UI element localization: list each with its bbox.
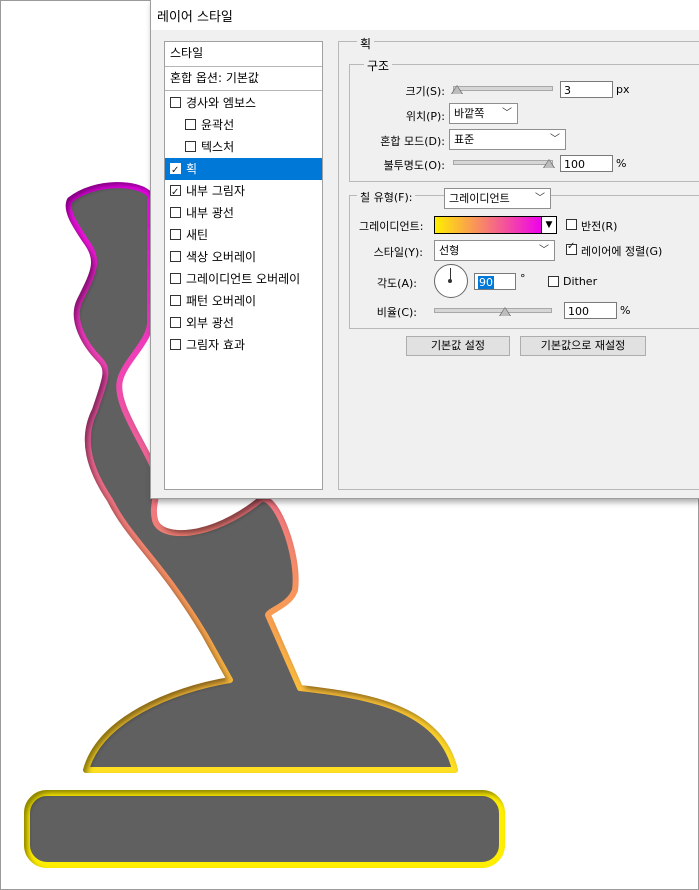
- styles-list: 스타일 혼합 옵션: 기본값 경사와 엠보스 윤곽선 텍스처 획 내부 그림자 …: [164, 41, 323, 490]
- style-item-inner-glow[interactable]: 내부 광선: [165, 202, 322, 224]
- style-item-label: 패턴 오버레이: [186, 294, 257, 308]
- dialog-titlebar[interactable]: 레이어 스타일: [151, 0, 699, 30]
- gradient-style-select[interactable]: 선형 ﹀: [434, 240, 555, 261]
- scale-slider-thumb-fill: [500, 308, 510, 316]
- align-with-layer-checkbox[interactable]: [566, 241, 577, 255]
- style-item-color-overlay[interactable]: 색상 오버레이: [165, 246, 322, 268]
- checkbox[interactable]: [170, 229, 181, 240]
- style-item-label: 텍스처: [201, 140, 235, 154]
- dither-label: Dither: [563, 275, 598, 288]
- chevron-down-icon: ﹀: [550, 134, 560, 145]
- size-input[interactable]: 3: [560, 81, 613, 98]
- checkbox[interactable]: [170, 339, 181, 350]
- opacity-unit: %: [616, 157, 627, 170]
- blend-mode-select[interactable]: 표준 ﹀: [449, 129, 566, 150]
- gradient-label: 그레이디언트:: [359, 220, 424, 233]
- checkbox[interactable]: [185, 119, 196, 130]
- position-select[interactable]: 바깥쪽 ﹀: [449, 103, 518, 124]
- fill-type-group: 칠 유형(F): 그레이디언트 ﹀ 그레이디언트: ▼ 반전(R) 스타일(Y):…: [349, 188, 699, 329]
- position-value: 바깥쪽: [454, 107, 485, 120]
- checkbox[interactable]: [170, 295, 181, 306]
- angle-unit: °: [520, 272, 526, 285]
- angle-input[interactable]: 90: [474, 273, 516, 290]
- reverse-checkbox[interactable]: [566, 219, 577, 230]
- scale-label: 비율(C):: [376, 306, 417, 319]
- angle-value: 90: [478, 276, 494, 289]
- style-item-label: 경사와 엠보스: [186, 96, 257, 110]
- angle-dial[interactable]: [434, 264, 468, 298]
- size-slider-thumb-fill: [452, 86, 462, 94]
- reverse-label: 반전(R): [581, 220, 618, 233]
- opacity-slider[interactable]: [453, 160, 553, 165]
- checkbox[interactable]: [170, 251, 181, 262]
- style-item-label: 그림자 효과: [186, 338, 246, 352]
- style-item-label: 외부 광선: [186, 316, 234, 330]
- fill-type-value: 그레이디언트: [449, 192, 510, 205]
- position-label: 위치(P):: [405, 110, 445, 123]
- layer-style-dialog: 레이어 스타일 스타일 혼합 옵션: 기본값 경사와 엠보스 윤곽선 텍스처 획…: [150, 0, 699, 499]
- reset-to-default-button[interactable]: 기본값으로 재설정: [520, 336, 646, 356]
- size-unit: px: [616, 83, 630, 96]
- gradient-preview[interactable]: [434, 216, 543, 234]
- structure-title: 구조: [364, 57, 393, 74]
- style-item-inner-shadow[interactable]: 내부 그림자: [165, 180, 322, 204]
- opacity-slider-thumb-fill: [544, 160, 554, 168]
- angle-dial-center: [448, 279, 452, 283]
- blending-options-item[interactable]: 혼합 옵션: 기본값: [165, 67, 322, 91]
- checkbox[interactable]: [170, 182, 181, 204]
- size-slider[interactable]: [453, 86, 553, 91]
- dither-checkbox[interactable]: [548, 276, 559, 287]
- gradient-dropdown-arrow-icon[interactable]: ▼: [541, 216, 557, 234]
- opacity-label: 불투명도(O):: [383, 159, 445, 172]
- chevron-down-icon: ﹀: [539, 245, 549, 256]
- gradient-style-label: 스타일(Y):: [373, 246, 423, 259]
- style-item-label: 색상 오버레이: [186, 250, 257, 264]
- style-item-label: 윤곽선: [201, 118, 235, 132]
- scale-input[interactable]: 100: [564, 302, 617, 319]
- checkbox[interactable]: [170, 273, 181, 284]
- checkbox[interactable]: [170, 207, 181, 218]
- chevron-down-icon: ﹀: [502, 108, 512, 119]
- size-label: 크기(S):: [405, 85, 445, 98]
- structure-group: 구조 크기(S): 3 px 위치(P): 바깥쪽 ﹀ 혼합 모드(D): 표준 ﹀…: [349, 57, 699, 182]
- dialog-title: 레이어 스타일: [157, 10, 233, 25]
- angle-label: 각도(A):: [376, 277, 417, 290]
- style-item-satin[interactable]: 새틴: [165, 224, 322, 246]
- fill-type-select[interactable]: 그레이디언트 ﹀: [444, 188, 551, 209]
- gradient-style-value: 선형: [439, 244, 460, 257]
- scale-slider[interactable]: [434, 308, 552, 313]
- blend-mode-label: 혼합 모드(D):: [380, 135, 445, 148]
- stroke-settings-panel: 획 구조 크기(S): 3 px 위치(P): 바깥쪽 ﹀ 혼합 모드(D): 표…: [338, 35, 699, 490]
- style-item-outer-glow[interactable]: 외부 광선: [165, 312, 322, 334]
- style-item-gradient-overlay[interactable]: 그레이디언트 오버레이: [165, 268, 322, 290]
- style-item-label: 내부 광선: [186, 206, 234, 220]
- stroke-section-title: 획: [357, 35, 375, 52]
- checkbox[interactable]: [170, 97, 181, 108]
- checkbox[interactable]: [170, 317, 181, 328]
- align-with-layer-label: 레이어에 정렬(G): [581, 245, 663, 258]
- style-item-label: 새틴: [186, 228, 209, 242]
- style-item-stroke[interactable]: 획: [165, 158, 322, 182]
- style-item-label: 획: [186, 162, 198, 176]
- scale-unit: %: [620, 304, 631, 317]
- style-item-pattern-overlay[interactable]: 패턴 오버레이: [165, 290, 322, 312]
- checkbox[interactable]: [185, 141, 196, 152]
- style-item-bevel-emboss[interactable]: 경사와 엠보스: [165, 92, 322, 114]
- blend-mode-value: 표준: [454, 133, 475, 146]
- style-item-texture[interactable]: 텍스처: [165, 136, 322, 158]
- checkbox[interactable]: [170, 160, 181, 182]
- style-item-label: 내부 그림자: [186, 184, 246, 198]
- styles-list-header[interactable]: 스타일: [165, 42, 322, 67]
- opacity-input[interactable]: 100: [560, 155, 613, 172]
- joystick-base-shape: [24, 790, 505, 868]
- make-default-button[interactable]: 기본값 설정: [406, 336, 510, 356]
- fill-type-label: 칠 유형(F):: [357, 189, 416, 205]
- style-item-contour[interactable]: 윤곽선: [165, 114, 322, 136]
- style-item-drop-shadow[interactable]: 그림자 효과: [165, 334, 322, 356]
- chevron-down-icon: ﹀: [535, 193, 545, 204]
- style-item-label: 그레이디언트 오버레이: [186, 272, 301, 286]
